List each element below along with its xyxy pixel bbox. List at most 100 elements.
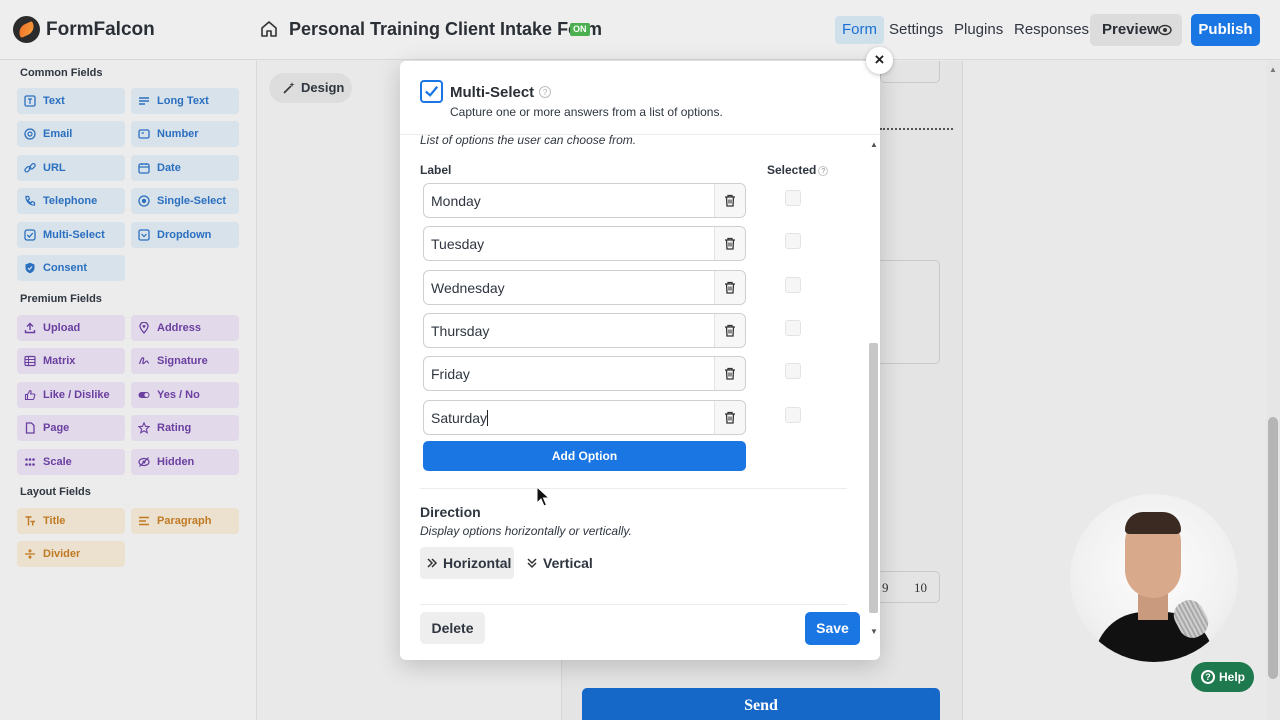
design-button[interactable]: Design — [269, 73, 352, 103]
modal-scroll-down-icon[interactable]: ▼ — [870, 627, 878, 636]
close-modal-button[interactable]: × — [866, 47, 893, 74]
preview-button[interactable]: Preview — [1090, 14, 1182, 46]
option-label-input[interactable]: Thursday — [423, 312, 746, 348]
matrix-icon — [24, 356, 36, 367]
delete-option-button[interactable] — [714, 227, 745, 261]
help-button[interactable]: ? Help — [1191, 662, 1254, 692]
field-yes-no-button[interactable]: Yes / No — [131, 381, 239, 408]
modal-scrollbar[interactable]: ▲ ▼ — [867, 136, 880, 636]
field-scale-button[interactable]: Scale — [17, 448, 125, 475]
label-column-header: Label — [420, 163, 452, 177]
tab-plugins[interactable]: Plugins — [947, 16, 1010, 44]
modal-scrollbar-thumb[interactable] — [869, 343, 878, 613]
falcon-logo-icon — [13, 16, 40, 43]
field-consent-button[interactable]: Consent — [17, 255, 125, 281]
option-label-input[interactable]: Saturday — [423, 399, 746, 435]
scrollbar-thumb[interactable] — [1268, 417, 1278, 679]
field-matrix-button[interactable]: Matrix — [17, 348, 125, 375]
help-question-icon[interactable]: ? — [539, 86, 551, 98]
field-label: Long Text — [157, 95, 209, 107]
option-label-input[interactable]: Friday — [423, 356, 746, 392]
field-title-button[interactable]: Title — [17, 508, 125, 534]
modal-scroll-up-icon[interactable]: ▲ — [870, 140, 878, 149]
top-bar: FormFalcon Personal Training Client Inta… — [0, 0, 1280, 60]
option-label-input[interactable]: Tuesday — [423, 226, 746, 262]
save-button[interactable]: Save — [805, 612, 860, 645]
trash-icon — [725, 238, 735, 250]
delete-option-button[interactable] — [714, 184, 745, 217]
field-label: URL — [43, 161, 66, 174]
field-signature-button[interactable]: Signature — [131, 348, 239, 375]
direction-horizontal-label: Horizontal — [443, 555, 512, 571]
option-selected-checkbox[interactable] — [785, 319, 801, 336]
double-chevron-down-icon — [527, 558, 537, 569]
option-selected-checkbox[interactable] — [785, 190, 801, 206]
field-address-button[interactable]: Address — [131, 315, 239, 341]
delete-option-button[interactable] — [714, 270, 745, 304]
modal-title: Multi-Select — [450, 84, 535, 101]
mouse-cursor-icon — [536, 486, 550, 507]
field-label: Title — [43, 515, 66, 527]
selected-column-header: Selected? — [767, 163, 829, 177]
text-icon — [24, 95, 36, 107]
calendar-icon — [138, 162, 150, 174]
presenter-webcam — [1070, 494, 1238, 662]
field-multi-select-button[interactable]: Multi-Select — [17, 221, 125, 248]
field-email-button[interactable]: Email — [17, 121, 125, 148]
field-long-text-button[interactable]: Long Text — [131, 88, 239, 114]
scale-option-10[interactable]: 10 — [914, 580, 927, 596]
home-icon[interactable] — [259, 19, 279, 39]
tab-settings[interactable]: Settings — [882, 16, 950, 44]
direction-description: Display options horizontally or vertical… — [420, 524, 632, 538]
field-upload-button[interactable]: Upload — [17, 315, 125, 341]
field-single-select-button[interactable]: Single-Select — [131, 188, 239, 215]
field-hidden-button[interactable]: Hidden — [131, 448, 239, 475]
paragraph-icon — [139, 516, 149, 526]
option-selected-checkbox[interactable] — [785, 406, 801, 423]
field-date-button[interactable]: Date — [131, 154, 239, 181]
option-label-input[interactable]: Wednesday — [423, 269, 746, 305]
option-selected-checkbox[interactable] — [785, 276, 801, 293]
field-dropdown-button[interactable]: Dropdown — [131, 221, 239, 248]
field-paragraph-button[interactable]: Paragraph — [131, 508, 239, 534]
delete-option-button[interactable] — [714, 400, 745, 434]
field-label: Dropdown — [157, 228, 212, 241]
option-label-input[interactable]: Monday — [423, 183, 746, 218]
option-selected-checkbox[interactable] — [785, 233, 801, 250]
long-text-icon — [139, 97, 149, 105]
selected-help-icon[interactable]: ? — [818, 165, 829, 176]
direction-vertical-button[interactable]: Vertical — [520, 547, 600, 579]
direction-horizontal-button[interactable]: Horizontal — [420, 547, 514, 579]
delete-button[interactable]: Delete — [420, 612, 485, 644]
checkbox-icon — [24, 228, 36, 241]
add-option-button[interactable]: Add Option — [423, 441, 746, 471]
preview-scale[interactable]: 9 10 — [876, 571, 940, 603]
shield-icon — [25, 262, 35, 274]
send-button[interactable]: Send — [582, 688, 940, 720]
publish-button[interactable]: Publish — [1191, 14, 1260, 46]
field-like-dislike-button[interactable]: Like / Dislike — [17, 381, 125, 408]
field-text-button[interactable]: Text — [17, 88, 125, 114]
direction-vertical-label: Vertical — [543, 555, 593, 571]
tab-form[interactable]: Form — [835, 16, 884, 44]
delete-option-button[interactable] — [714, 313, 745, 347]
scale-option-9[interactable]: 9 — [882, 580, 889, 596]
field-telephone-button[interactable]: Telephone — [17, 188, 125, 215]
field-label: Text — [43, 95, 65, 107]
wand-icon — [283, 82, 295, 94]
tab-responses[interactable]: Responses — [1007, 16, 1096, 44]
field-url-button[interactable]: URL — [17, 154, 125, 181]
option-label-value: Friday — [431, 366, 470, 383]
field-divider-button[interactable]: Divider — [17, 541, 125, 568]
field-page-button[interactable]: Page — [17, 415, 125, 442]
link-icon — [24, 162, 36, 173]
option-selected-checkbox[interactable] — [785, 363, 801, 380]
preview-textarea[interactable] — [880, 260, 940, 364]
number-icon — [138, 129, 150, 140]
field-label: Address — [157, 322, 202, 334]
scroll-up-icon[interactable]: ▲ — [1269, 65, 1277, 74]
page-scrollbar[interactable]: ▲ — [1266, 61, 1280, 720]
delete-option-button[interactable] — [714, 357, 745, 391]
field-number-button[interactable]: Number — [131, 121, 239, 148]
field-rating-button[interactable]: Rating — [131, 415, 239, 442]
